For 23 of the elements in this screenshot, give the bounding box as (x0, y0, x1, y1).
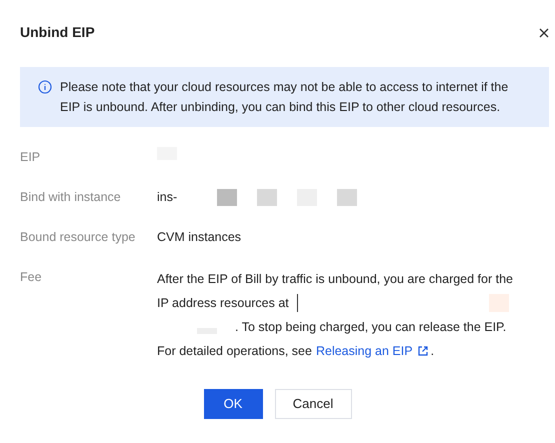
fee-description: . To stop being charged, you can release the EIP. (235, 319, 506, 336)
external-link-icon (418, 346, 428, 356)
fee-description: IP address resources at (157, 295, 289, 312)
close-icon[interactable] (539, 28, 549, 38)
field-value: CVM instances (157, 229, 242, 246)
info-icon (38, 80, 52, 94)
notice-text: Please note that your cloud resources may not be able to access to internet if the EIP is unbound. After unbinding, you can bind this EIP to other cloud resources. (60, 79, 509, 116)
field-label: Fee (20, 269, 43, 286)
instance-id: ins- (157, 189, 178, 206)
fee-description: After the EIP of Bill by traffic is unbound, you are charged for the (157, 272, 513, 286)
field-label: Bound resource type (20, 229, 136, 246)
redacted-mark (217, 188, 238, 206)
redacted-mark (337, 188, 358, 206)
field-label: EIP (20, 149, 42, 166)
field-label: Bind with instance (20, 189, 122, 206)
help-link[interactable]: Releasing an EIP (316, 339, 413, 363)
help-text: . (430, 343, 434, 360)
cancel-button[interactable]: Cancel (274, 389, 352, 419)
help-text: For detailed operations, see (157, 343, 312, 360)
text-cursor (296, 294, 298, 312)
redacted-mark (257, 188, 278, 206)
dialog-title: Unbind EIP (20, 23, 95, 42)
ok-button[interactable]: OK (204, 389, 262, 419)
